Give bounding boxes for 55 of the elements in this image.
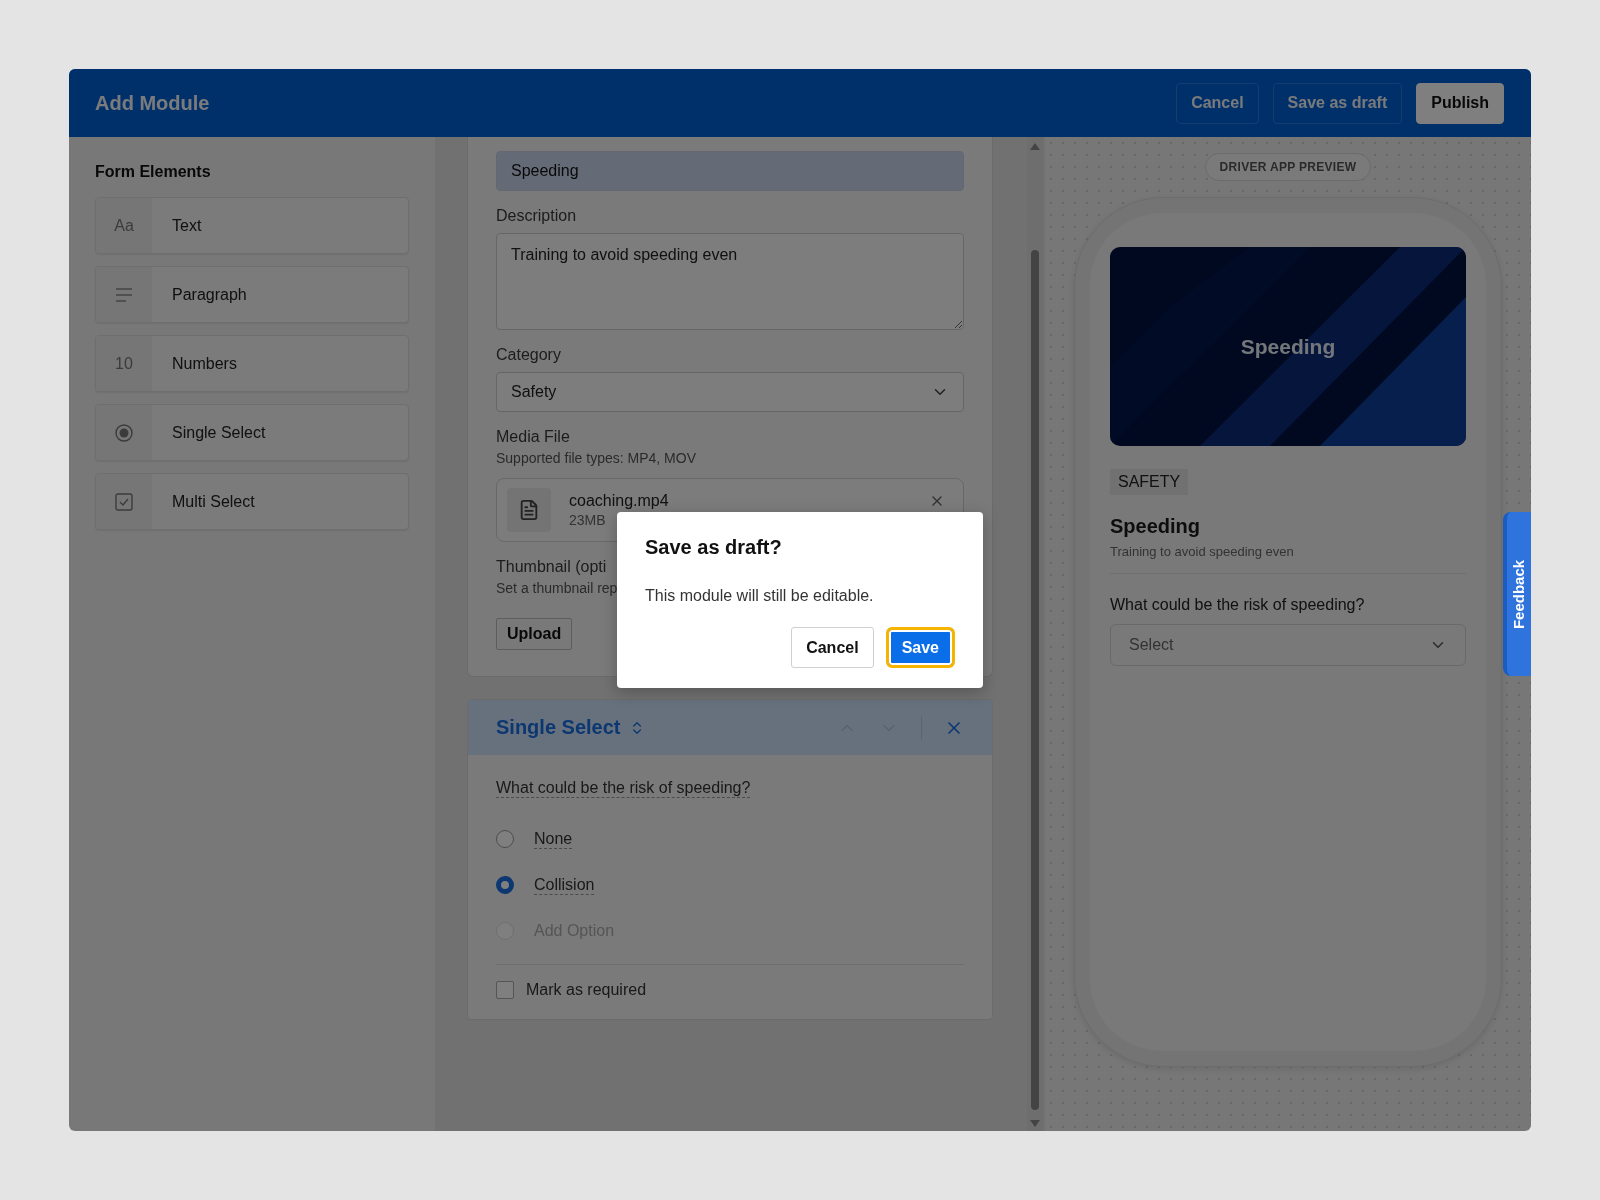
document-icon (518, 499, 540, 521)
dialog-title: Save as draft? (645, 536, 783, 559)
form-element-item[interactable]: Aa Text (95, 197, 409, 254)
scroll-down-icon[interactable] (1030, 1120, 1040, 1127)
preview-select[interactable]: Select (1110, 624, 1466, 666)
preview-question: What could be the risk of speeding? (1110, 596, 1366, 614)
window-title: Add Module (95, 91, 210, 115)
upload-button[interactable]: Upload (496, 618, 573, 650)
form-element-item[interactable]: Paragraph (95, 266, 409, 323)
option-label[interactable]: None (534, 829, 573, 849)
radio-button[interactable] (496, 876, 514, 894)
paragraph-icon (115, 287, 133, 302)
form-element-item[interactable]: Single Select (95, 404, 409, 461)
required-checkbox[interactable] (496, 981, 514, 999)
category-tag: SAFETY (1110, 469, 1189, 495)
form-element-label: Multi Select (171, 491, 255, 512)
checkbox-label: Mark as required (526, 981, 647, 999)
header-button[interactable]: Cancel (1176, 82, 1259, 124)
field-hint: Set a thumbnail rep (496, 580, 618, 596)
question-text[interactable]: What could be the risk of speeding? (496, 779, 751, 798)
scroll-up-icon[interactable] (1030, 143, 1040, 150)
header-button[interactable]: Publish (1416, 82, 1504, 124)
category-select[interactable]: Safety (496, 372, 964, 412)
radio-button[interactable] (496, 830, 514, 848)
preview-description: Training to avoid speeding even (1110, 544, 1466, 574)
description-field[interactable]: Training to avoid speeding even (496, 233, 964, 330)
title-field[interactable]: Speeding (496, 151, 964, 191)
form-element-item[interactable]: Multi Select (95, 473, 409, 530)
element-glyph: 10 (115, 354, 133, 373)
option-label[interactable]: Collision (534, 875, 595, 895)
field-label: Thumbnail (opti (496, 558, 608, 576)
header-button[interactable]: Save as draft (1272, 82, 1403, 124)
file-name: coaching.mp4 (569, 492, 669, 510)
sidebar-title: Form Elements (95, 163, 212, 181)
form-element-label: Single Select (171, 422, 266, 443)
dialog-message: This module will still be editable. (645, 587, 875, 605)
dialog-button[interactable]: Cancel (791, 627, 874, 668)
form-element-label: Paragraph (171, 284, 247, 305)
field-label: Description (496, 207, 578, 225)
element-glyph: Aa (114, 216, 134, 235)
banner-title: Speeding (1240, 334, 1336, 359)
radio-icon (115, 423, 133, 442)
field-label: Media File (496, 428, 571, 446)
field-label: Category (496, 346, 562, 364)
dialog-button[interactable]: Save (885, 627, 955, 668)
form-element-label: Numbers (171, 353, 237, 374)
preview-title: Speeding (1110, 515, 1201, 538)
preview-badge: DRIVER APP PREVIEW (1204, 153, 1372, 181)
checkbox-icon (115, 492, 133, 511)
form-element-label: Text (171, 215, 202, 236)
field-hint: Supported file types: MP4, MOV (496, 450, 696, 466)
feedback-tab[interactable]: Feedback (1503, 512, 1531, 676)
file-size: 23MB (569, 512, 607, 528)
question-type[interactable]: Single Select (496, 716, 621, 739)
form-element-item[interactable]: 10 Numbers (95, 335, 409, 392)
